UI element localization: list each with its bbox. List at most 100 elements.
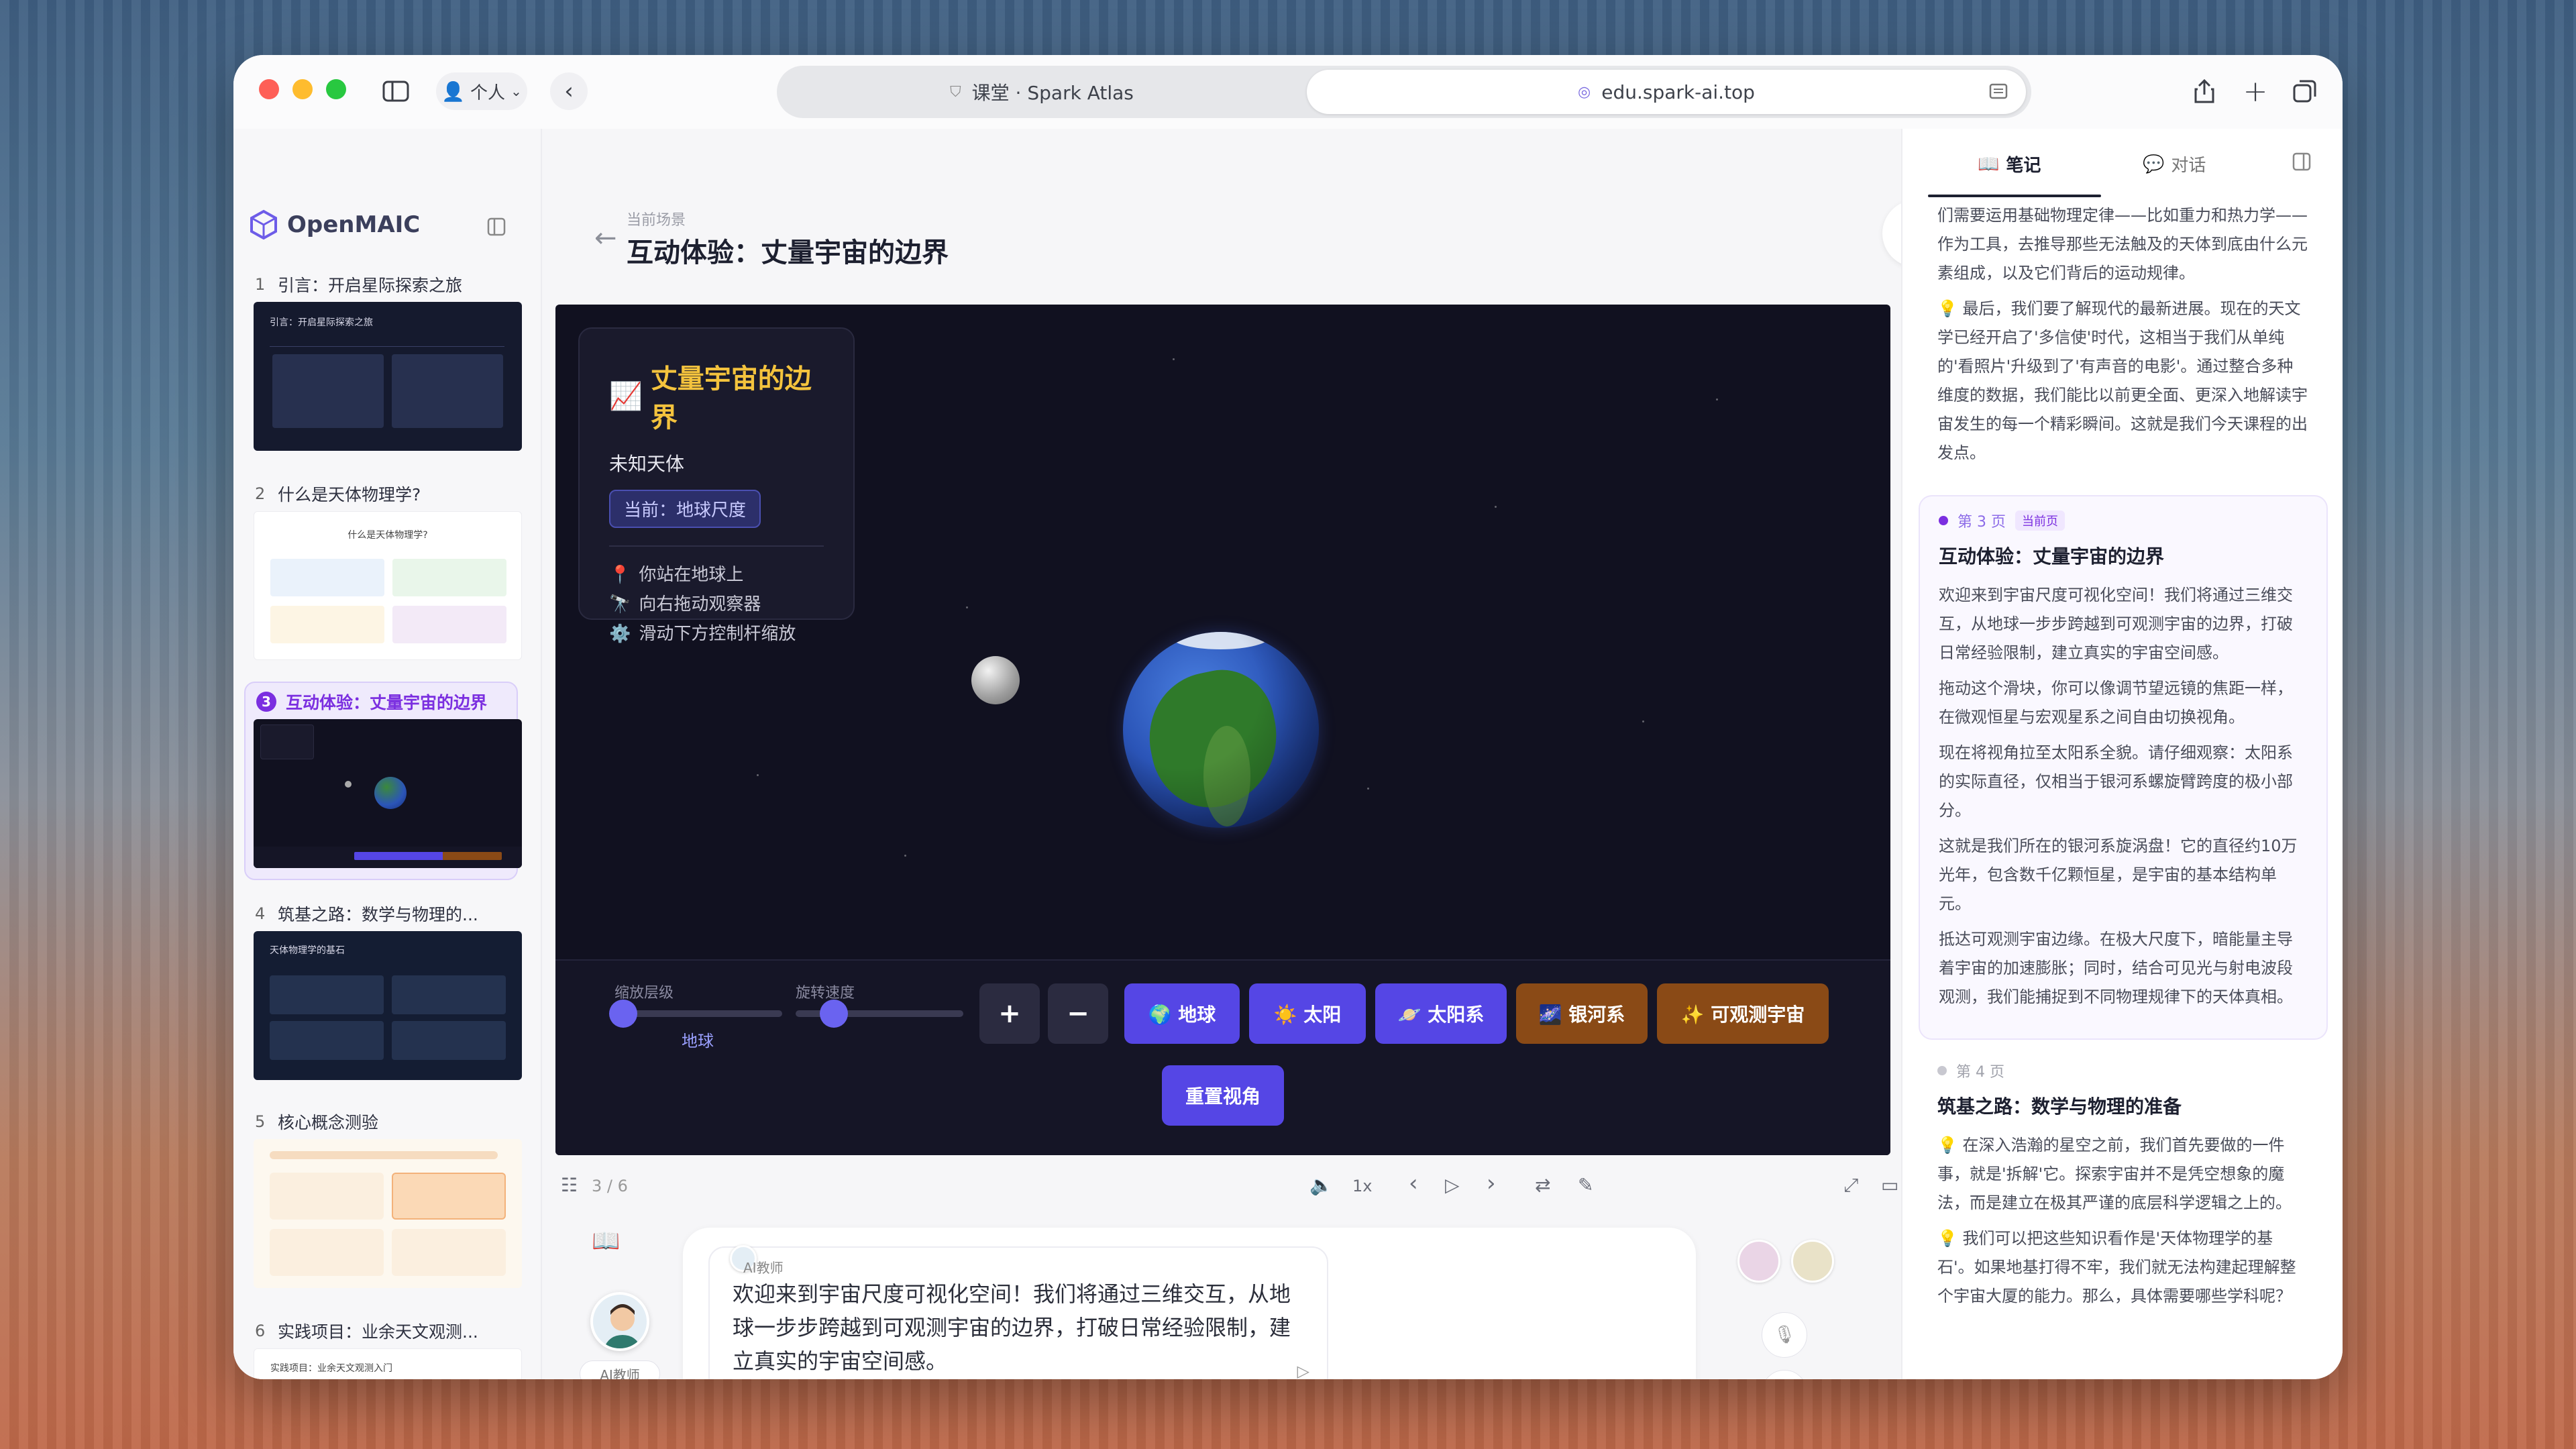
- student-avatar-1[interactable]: [1737, 1240, 1780, 1283]
- microphone-icon: 🎙: [1773, 1325, 1796, 1345]
- shield-icon: ⛉: [950, 83, 961, 101]
- card-subtitle: 未知天体: [609, 453, 685, 475]
- hint-text: 向右拖动观察器: [639, 594, 761, 614]
- slide-thumbnail: 实践项目：业余天文观测入门: [254, 1348, 522, 1379]
- tab-chat[interactable]: 💬 对话: [2143, 152, 2206, 176]
- minimize-window-button[interactable]: [292, 79, 313, 99]
- slide-thumbnail: 天体物理学的基石: [254, 931, 522, 1080]
- profile-switcher[interactable]: 👤 个人 ⌄: [436, 72, 527, 110]
- microphone-button[interactable]: 🎙: [1762, 1312, 1807, 1358]
- logo-text: OpenMAIC: [287, 211, 421, 238]
- thumb-title: 实践项目：业余天文观测入门: [270, 1363, 392, 1374]
- address-label: edu.spark-ai.top: [1601, 80, 1755, 103]
- slide-number: 5: [255, 1112, 266, 1131]
- tab-classroom[interactable]: ⛉ 课堂 · Spark Atlas: [777, 66, 1307, 118]
- speed-selector[interactable]: 1x: [1352, 1177, 1372, 1195]
- zoom-out-button[interactable]: −: [1048, 983, 1108, 1044]
- slide-item-5[interactable]: 5 核心概念测验: [244, 1108, 522, 1303]
- profile-label: 个人: [470, 83, 506, 103]
- loop-icon[interactable]: ⇄: [1535, 1174, 1550, 1196]
- tab-notes-label: 笔记: [2006, 156, 2041, 176]
- chat-button[interactable]: ▭: [1762, 1370, 1807, 1379]
- tab-classroom-label: 课堂 · Spark Atlas: [971, 82, 1134, 104]
- hint-text: 滑动下方控制杆缩放: [639, 624, 796, 644]
- note-paragraph: 💡 最后，我们要了解现代的最新进展。现在的天文学已经开启了'多信使'时代，这相当…: [1937, 299, 2308, 462]
- slide-number: 2: [255, 484, 266, 503]
- scene-title: 互动体验：丈量宇宙的边界: [627, 237, 949, 268]
- tab-notes[interactable]: 📖 笔记: [1978, 152, 2041, 176]
- zoom-slider-handle[interactable]: [609, 1000, 637, 1028]
- next-icon[interactable]: ›: [1487, 1170, 1496, 1197]
- scale-earth-button[interactable]: 🌍 地球: [1124, 983, 1240, 1044]
- replay-icon[interactable]: ▷: [1297, 1362, 1309, 1379]
- sidebar-toggle-icon[interactable]: [376, 72, 416, 110]
- rotation-slider-handle[interactable]: [820, 1000, 848, 1028]
- tab-chat-label: 对话: [2171, 156, 2206, 176]
- back-button[interactable]: ‹: [550, 72, 588, 110]
- current-page-badge: 当前页: [2015, 511, 2065, 531]
- zoom-window-button[interactable]: [326, 79, 346, 99]
- previous-icon[interactable]: ‹: [1409, 1170, 1418, 1197]
- earth-sphere[interactable]: [1123, 632, 1319, 828]
- close-window-button[interactable]: [259, 79, 279, 99]
- note-paragraph: 们需要运用基础物理定律——比如重力和热力学——作为工具，去推导那些无法触及的天体…: [1937, 206, 2308, 282]
- active-tab-indicator: [1928, 195, 2101, 197]
- slide-title: 互动体验：丈量宇宙的边界: [286, 693, 488, 712]
- volume-icon[interactable]: 🔈: [1309, 1174, 1333, 1196]
- page-number: 第 3 页: [1957, 514, 2006, 531]
- thumb-title: 什么是天体物理学?: [347, 530, 428, 541]
- slide-item-4[interactable]: 4 筑基之路：数学与物理的... 天体物理学的基石: [244, 900, 522, 1095]
- slide-item-1[interactable]: 1 引言：开启星际探索之旅 引言：开启星际探索之旅: [244, 271, 522, 466]
- scale-universe-button[interactable]: ✨ 可观测宇宙: [1657, 983, 1829, 1044]
- share-icon[interactable]: [2186, 72, 2223, 110]
- slide-title: 核心概念测验: [278, 1113, 379, 1132]
- playback-bar: ☷ 3 / 6 🔈 1x ‹ ▷ › ⇄ ✎ ⤢ ▭: [542, 1162, 1898, 1209]
- comment-icon[interactable]: ▭: [1881, 1174, 1898, 1196]
- outline-list-icon[interactable]: ☷: [561, 1174, 578, 1196]
- slide-thumbnail: 引言：开启星际探索之旅: [254, 302, 522, 451]
- pen-icon[interactable]: ✎: [1578, 1174, 1593, 1196]
- logo-cube-icon: [250, 209, 277, 240]
- zoom-slider-track[interactable]: [614, 1010, 782, 1017]
- back-arrow-icon[interactable]: ←: [594, 223, 617, 254]
- page-head: 第 4 页: [1937, 1060, 2309, 1081]
- notes-tabs: 📖 笔记 💬 对话: [1902, 129, 2343, 197]
- tab-overview-icon[interactable]: [2286, 72, 2324, 110]
- fullscreen-icon[interactable]: ⤢: [1843, 1174, 1858, 1197]
- current-scale-badge: 当前：地球尺度: [609, 490, 761, 528]
- slide-item-2[interactable]: 2 什么是天体物理学? 什么是天体物理学?: [244, 480, 522, 675]
- note-paragraph: 这就是我们所在的银河系旋涡盘！它的直径约10万光年，包含数千亿颗恒星，是宇宙的基…: [1939, 837, 2298, 913]
- student-avatar-2[interactable]: [1791, 1240, 1834, 1283]
- note-paragraph: 💡 我们可以把这些知识看作是'天体物理学的基石'。如果地基打得不牢，我们就无法构…: [1937, 1229, 2296, 1305]
- tab-strip: ⛉ 课堂 · Spark Atlas ◎ edu.spark-ai.top: [777, 66, 2031, 118]
- app-logo: OpenMAIC: [248, 209, 420, 240]
- browser-toolbar: 👤 个人 ⌄ ‹ ⛉ 课堂 · Spark Atlas ◎ edu.spark-…: [233, 55, 2343, 129]
- reader-mode-icon[interactable]: [1988, 82, 2008, 107]
- zoom-in-button[interactable]: +: [979, 983, 1040, 1044]
- tab-address[interactable]: ◎ edu.spark-ai.top: [1307, 70, 2026, 114]
- thumb-title: 天体物理学的基石: [270, 945, 345, 956]
- notes-scroll-area[interactable]: 们需要运用基础物理定律——比如重力和热力学——作为工具，去推导那些无法触及的天体…: [1902, 201, 2343, 1326]
- collapse-sidebar-button[interactable]: [478, 209, 515, 244]
- play-icon[interactable]: ▷: [1445, 1174, 1460, 1196]
- scale-solar-system-button[interactable]: 🪐 太阳系: [1375, 983, 1507, 1044]
- slide-item-6[interactable]: 6 实践项目：业余天文观测... 实践项目：业余天文观测入门: [244, 1318, 522, 1379]
- scale-sun-button[interactable]: ☀️ 太阳: [1249, 983, 1366, 1044]
- chevron-left-icon: ‹: [564, 78, 574, 105]
- universe-scale-stage[interactable]: 📈 丈量宇宙的边界 未知天体 当前：地球尺度 📍 你站在地球上 🔭 向右拖动观察器 ⚙…: [555, 305, 1890, 1155]
- card-title: 丈量宇宙的边界: [650, 364, 812, 433]
- book-icon[interactable]: 📖: [592, 1228, 620, 1254]
- slide-number: 3: [256, 692, 276, 712]
- note-paragraph: 抵达可观测宇宙边缘。在极大尺度下，暗能量主导着宇宙的加速膨胀；同时，结合可见光与…: [1939, 930, 2293, 1006]
- moon-sphere[interactable]: [971, 656, 1020, 704]
- teacher-message-bubble: AI教师 欢迎来到宇宙尺度可视化空间！我们将通过三维交互，从地球一步步跨越到可观…: [708, 1245, 1328, 1379]
- note-paragraph: 欢迎来到宇宙尺度可视化空间！我们将通过三维交互，从地球一步步跨越到可观测宇宙的边…: [1939, 586, 2293, 662]
- slide-thumbnail: [254, 719, 522, 868]
- open-book-icon: 📖: [1978, 154, 2000, 174]
- teacher-avatar: [590, 1292, 649, 1351]
- slide-item-3[interactable]: 3 互动体验：丈量宇宙的边界: [244, 682, 522, 880]
- new-tab-icon[interactable]: +: [2237, 72, 2274, 110]
- reset-view-button[interactable]: 重置视角: [1162, 1065, 1284, 1126]
- panel-collapse-icon[interactable]: [2292, 152, 2312, 174]
- scale-galaxy-button[interactable]: 🌌 银河系: [1516, 983, 1648, 1044]
